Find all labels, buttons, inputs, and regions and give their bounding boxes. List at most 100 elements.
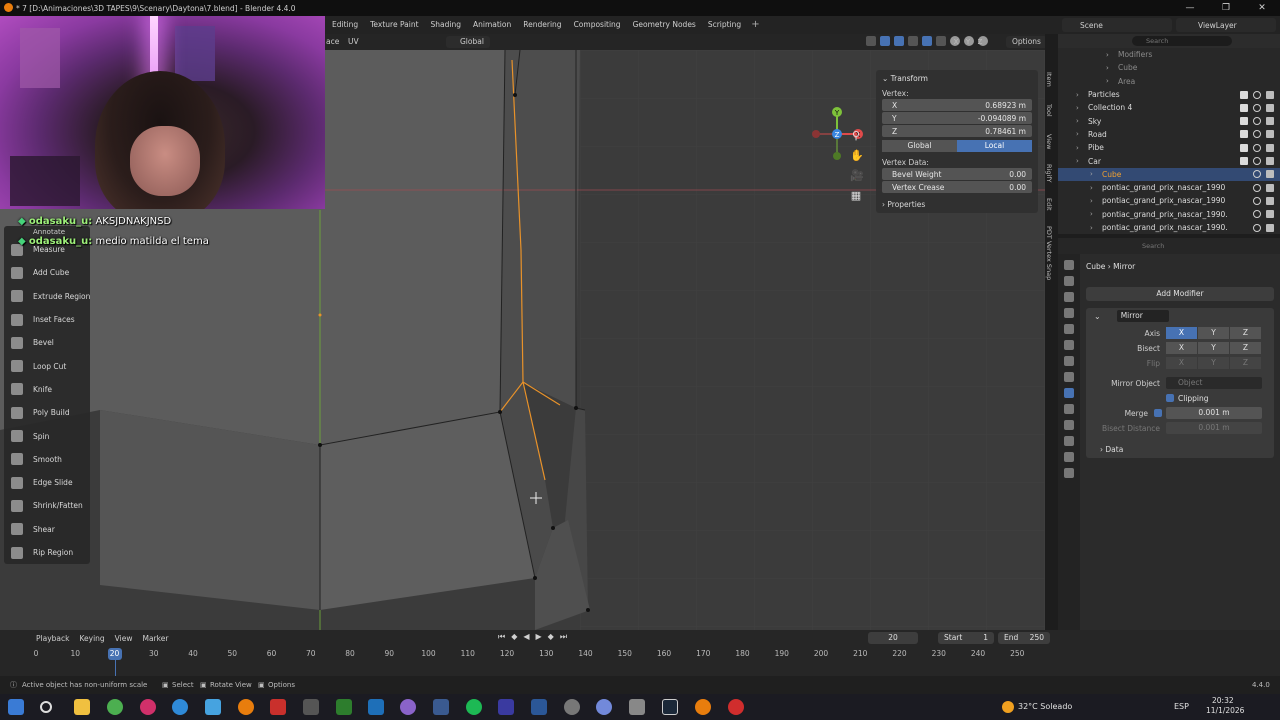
word-icon[interactable] [531,699,547,715]
properties-search[interactable]: Search [1142,242,1164,250]
app-icon[interactable] [205,699,221,715]
tab-compositing[interactable]: Compositing [568,16,627,34]
play-reverse-icon[interactable]: ◀ [523,632,529,642]
tab-texture-paint[interactable]: Texture Paint [364,16,424,34]
merge-distance-field[interactable]: 0.001 m [1166,407,1262,419]
expand-arrow-icon[interactable]: › [1076,130,1079,138]
expand-arrow-icon[interactable]: › [1076,91,1079,99]
eye-icon[interactable] [1253,157,1261,166]
expand-arrow-icon[interactable]: › [1106,51,1109,59]
tool-rip-region[interactable]: Rip Region [4,541,90,564]
view-menu[interactable]: View [115,634,133,643]
outliner-search[interactable]: Search [1132,36,1232,46]
tool-shear[interactable]: Shear [4,518,90,541]
tool-add-cube[interactable]: Add Cube [4,261,90,284]
playback-menu[interactable]: Playback [36,634,69,643]
data-tab-icon[interactable] [1064,452,1074,462]
eye-icon[interactable] [1253,170,1261,179]
camera-render-icon[interactable] [1266,103,1274,112]
mirror-object-field[interactable]: Object [1166,377,1262,389]
outliner-row[interactable]: › Cube [1058,167,1280,181]
particles-tab-icon[interactable] [1064,404,1074,414]
orientation-dropdown[interactable]: Global [446,36,490,48]
checkbox-icon[interactable] [1240,90,1248,99]
mesh-edit-overlay-icon[interactable] [922,36,932,46]
tab-view[interactable]: View [1045,134,1053,149]
app-icon-4[interactable] [400,699,416,715]
hand-pan-icon[interactable]: ✋ [850,150,864,162]
camera-render-icon[interactable] [1266,157,1274,166]
outliner-row[interactable]: › pontiac_grand_prix_nascar_1990 [1058,194,1280,207]
clipping-checkbox[interactable] [1166,394,1174,402]
close-button[interactable]: ✕ [1244,0,1280,16]
jump-start-icon[interactable]: ⏮ [498,632,505,642]
app-icon-6[interactable] [629,699,645,715]
expand-arrow-icon[interactable]: › [1106,64,1109,72]
expand-arrow-icon[interactable]: › [1076,157,1079,165]
outliner-row[interactable]: › Pibe [1058,141,1280,154]
tab-scripting[interactable]: Scripting [702,16,747,34]
photoshop-icon[interactable] [336,699,352,715]
checkbox-icon[interactable] [1240,143,1248,152]
camera-render-icon[interactable] [1266,143,1274,152]
file-explorer-icon[interactable] [74,699,90,715]
mirror-y-toggle[interactable]: Y [963,36,973,48]
options-dropdown[interactable]: Options [1006,36,1045,48]
grid-view-icon[interactable]: ▦ [850,190,862,202]
outliner-row[interactable]: › Sky [1058,114,1280,127]
expand-arrow-icon[interactable]: › [1076,117,1079,125]
material-tab-icon[interactable] [1064,468,1074,478]
clock-date[interactable]: 11/1/2026 [1206,706,1244,715]
expand-arrow-icon[interactable]: › [1090,224,1093,232]
camera-view-icon[interactable]: 🎥 [850,170,864,182]
gizmo-toggle-icon[interactable] [880,36,890,46]
steam-icon[interactable] [662,699,678,715]
camera-render-icon[interactable] [1266,210,1274,219]
world-tab-icon[interactable] [1064,340,1074,350]
collection-tab-icon[interactable] [1064,356,1074,366]
uv-menu[interactable]: UV [348,34,359,50]
tool-edge-slide[interactable]: Edge Slide [4,471,90,494]
tab-geometry-nodes[interactable]: Geometry Nodes [627,16,702,34]
outliner-row[interactable]: › Particles [1058,88,1280,101]
mirror-x-toggle[interactable]: X [951,36,961,48]
eye-icon[interactable] [1253,103,1261,112]
blender-app-icon[interactable] [238,699,254,715]
blender-taskbar-icon[interactable] [695,699,711,715]
end-frame-field[interactable]: End 250 [998,632,1050,644]
mirror-z-toggle[interactable]: Z [975,36,985,48]
view-layer-selector[interactable]: ViewLayer [1176,18,1276,32]
vertex-x-field[interactable]: X 0.68923 m [882,99,1032,111]
maximize-button[interactable]: ❐ [1208,0,1244,16]
tab-edit[interactable]: Edit [1045,198,1053,211]
tool-shrink-fatten[interactable]: Shrink/Fatten [4,494,90,517]
tool-smooth[interactable]: Smooth [4,448,90,471]
scene-selector[interactable]: Scene [1062,18,1172,32]
marker-menu[interactable]: Marker [142,634,168,643]
tool-bevel[interactable]: Bevel [4,331,90,354]
camera-render-icon[interactable] [1266,183,1274,192]
constraints-tab-icon[interactable] [1064,436,1074,446]
bevel-weight-field[interactable]: Bevel Weight 0.00 [882,168,1032,180]
clock-time[interactable]: 20:32 [1212,696,1234,705]
app-icon-2[interactable] [270,699,286,715]
expand-arrow-icon[interactable]: › [1090,197,1093,205]
xray-icon[interactable] [908,36,918,46]
vscode-icon[interactable] [368,699,384,715]
camera-render-icon[interactable] [1266,196,1274,205]
eye-icon[interactable] [1253,117,1261,126]
outliner-row[interactable]: › Car [1058,154,1280,167]
axis-y-toggle[interactable]: Y [1198,327,1229,339]
bisect-x-toggle[interactable]: X [1166,342,1197,354]
tab-animation[interactable]: Animation [467,16,517,34]
tool-poly-build[interactable]: Poly Build [4,401,90,424]
expand-arrow-icon[interactable]: › [1090,210,1093,218]
discord-icon[interactable] [596,699,612,715]
outliner-row[interactable]: › pontiac_grand_prix_nascar_1990. [1058,221,1280,234]
bisect-z-toggle[interactable]: Z [1230,342,1261,354]
next-key-icon[interactable]: ◆ [548,632,554,642]
eye-icon[interactable] [1253,210,1261,219]
app-icon-5[interactable] [433,699,449,715]
bisect-y-toggle[interactable]: Y [1198,342,1229,354]
checkbox-icon[interactable] [1240,157,1248,166]
